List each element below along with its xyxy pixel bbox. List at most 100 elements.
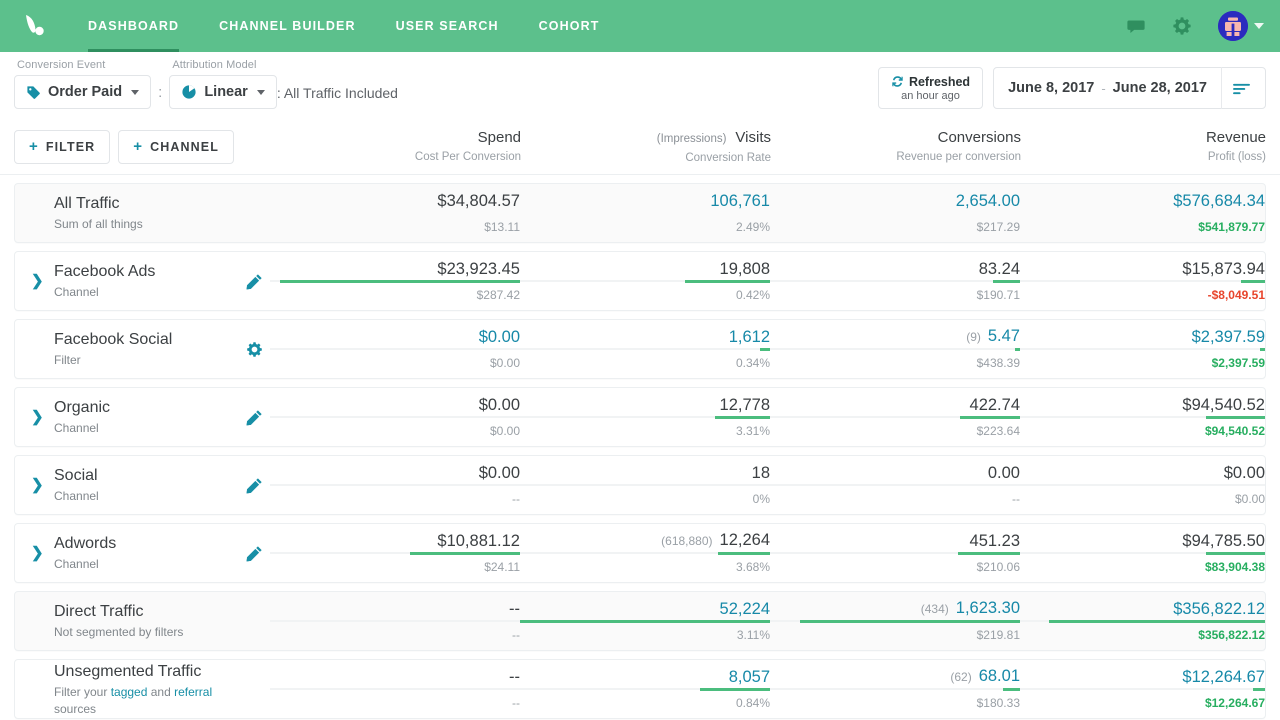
cell-value-visits: 1,612: [729, 327, 770, 348]
nav-item-channel-builder[interactable]: CHANNEL BUILDER: [199, 0, 375, 52]
column-header-revenue[interactable]: Revenue Profit (loss): [1021, 128, 1266, 166]
column-title-visits: (Impressions)Visits: [521, 128, 771, 149]
cell-primary-value: 5.47: [988, 326, 1020, 347]
cell-primary-value: 2,654.00: [956, 191, 1020, 212]
table-row[interactable]: Facebook SocialFilter$0.00$0.001,6120.34…: [14, 319, 1266, 379]
table-row[interactable]: Direct TrafficNot segmented by filters--…: [14, 591, 1266, 651]
cell-primary-value: 422.74: [970, 395, 1020, 416]
table-row[interactable]: ❯Facebook AdsChannel $23,923.45$287.42 19,…: [14, 251, 1266, 311]
table-row[interactable]: All TrafficSum of all things$34,804.57$1…: [14, 183, 1266, 243]
cell-subvalue-rev: $0.00: [1235, 491, 1265, 508]
cell-primary-value: 18: [752, 463, 770, 484]
cell-subvalue-spend: $13.11: [484, 219, 520, 236]
cell-subvalue-rev: $12,264.67: [1205, 695, 1265, 712]
edit-row-button[interactable]: [239, 409, 270, 426]
cell-primary-value: $94,540.52: [1182, 395, 1265, 416]
cell-visits: 180%: [520, 455, 770, 515]
cell-primary-value: --: [509, 667, 520, 688]
pencil-icon: [246, 409, 263, 426]
table-row[interactable]: ❯AdwordsChannel$10,881.12$24.11(618,880)…: [14, 523, 1266, 583]
cell-primary-value: $0.00: [479, 463, 520, 484]
edit-row-button[interactable]: [239, 545, 270, 562]
add-channel-button[interactable]: + CHANNEL: [118, 130, 234, 164]
metric-bar-fill: [280, 280, 520, 283]
column-header-visits[interactable]: (Impressions)Visits Conversion Rate: [521, 128, 771, 166]
column-header-conversions[interactable]: Conversions Revenue per conversion: [771, 128, 1021, 166]
row-label: Facebook AdsChannel: [29, 261, 239, 301]
refresh-button[interactable]: Refreshed an hour ago: [878, 67, 983, 109]
funnel-logo-icon: [19, 11, 49, 41]
nav-label-cohort: COHORT: [539, 19, 600, 33]
conversion-event-value: Order Paid: [48, 84, 122, 100]
refresh-title: Refreshed: [909, 75, 970, 89]
cell-visits: 106,7612.49%: [520, 183, 770, 243]
cell-spend: ----: [270, 591, 520, 651]
cell-spend: $10,881.12$24.11: [270, 523, 520, 583]
cell-rev: $12,264.67$12,264.67: [1020, 659, 1265, 719]
cell-subvalue-conv: $180.33: [977, 695, 1020, 712]
gear-icon[interactable]: [1172, 16, 1192, 36]
cell-value-rev: $94,785.50: [1182, 531, 1265, 552]
cell-subvalue-visits: 0%: [753, 491, 770, 508]
nav-item-cohort[interactable]: COHORT: [519, 0, 620, 52]
cell-subvalue-rev: $356,822.12: [1198, 627, 1265, 644]
date-range-end: June 28, 2017: [1113, 80, 1207, 96]
edit-row-button[interactable]: [239, 477, 270, 494]
cell-primary-value: 106,761: [710, 191, 770, 212]
cell-spend: $23,923.45$287.42: [270, 251, 520, 311]
expand-row-chevron-right-icon[interactable]: ❯: [31, 478, 44, 493]
table-row[interactable]: ❯OrganicChannel$0.00$0.0012,7783.31%422.…: [14, 387, 1266, 447]
cell-value-spend: $0.00: [479, 395, 520, 416]
metric-bar-track: [1020, 484, 1265, 486]
cell-rev: $0.00$0.00: [1020, 455, 1265, 515]
row-metrics: $34,804.57$13.11106,7612.49%2,654.00$217…: [270, 183, 1265, 243]
cell-value-visits: (618,880)12,264: [661, 530, 770, 552]
table-row[interactable]: Unsegmented TrafficFilter your tagged an…: [14, 659, 1266, 719]
cell-conv: 83.24$190.71: [770, 251, 1020, 311]
row-settings-button[interactable]: [239, 341, 270, 358]
expand-row-chevron-right-icon[interactable]: ❯: [31, 546, 44, 561]
metric-bar-track: [270, 688, 520, 690]
cell-subvalue-spend: $24.11: [484, 559, 520, 576]
cell-value-visits: 106,761: [710, 191, 770, 212]
column-header-spend[interactable]: Spend Cost Per Conversion: [271, 128, 521, 166]
add-filter-button[interactable]: + FILTER: [14, 130, 110, 164]
attribution-model-select[interactable]: Linear: [169, 75, 277, 109]
cell-primary-value: 12,264: [720, 530, 770, 551]
cell-primary-value: 19,808: [720, 259, 770, 280]
table-header: + FILTER + CHANNEL Spend Cost Per Conver…: [0, 119, 1280, 175]
row-subtitle-text: Filter your: [54, 685, 111, 699]
cell-value-spend: $0.00: [479, 327, 520, 348]
row-metrics: ----52,2243.11%(434)1,623.30$219.81$356,…: [270, 591, 1265, 651]
user-menu[interactable]: [1218, 11, 1264, 41]
expand-row-chevron-right-icon[interactable]: ❯: [31, 274, 44, 289]
row-subtitle-link[interactable]: tagged: [111, 685, 148, 699]
nav-item-user-search[interactable]: USER SEARCH: [376, 0, 519, 52]
refresh-subtitle: an hour ago: [901, 90, 960, 102]
column-subtitle-conversions: Revenue per conversion: [771, 149, 1021, 165]
cell-spend: $0.00$0.00: [270, 319, 520, 379]
row-metrics: $10,881.12$24.11(618,880)12,2643.68%451.…: [270, 523, 1265, 583]
cell-primary-value: $0.00: [479, 327, 520, 348]
row-label: SocialChannel: [29, 465, 239, 505]
row-title: Direct Traffic: [54, 601, 239, 622]
table-row[interactable]: ❯SocialChannel$0.00--180%0.00--$0.00$0.0…: [14, 455, 1266, 515]
nav-item-dashboard[interactable]: DASHBOARD: [68, 0, 199, 52]
expand-row-chevron-right-icon[interactable]: ❯: [31, 410, 44, 425]
nav-label-user-search: USER SEARCH: [396, 19, 499, 33]
cell-value-conv: (62)68.01: [950, 666, 1020, 688]
conversion-event-select[interactable]: Order Paid: [14, 75, 151, 109]
cell-subvalue-spend: --: [512, 491, 520, 508]
cell-rev: $94,540.52$94,540.52: [1020, 387, 1265, 447]
edit-row-button[interactable]: [239, 273, 270, 290]
cell-spend: $0.00 --: [270, 455, 520, 515]
date-range-picker[interactable]: June 8, 2017 - June 28, 2017: [993, 67, 1266, 109]
cell-primary-value: 83.24: [979, 259, 1020, 280]
cell-subvalue-spend: $287.42: [477, 287, 520, 304]
cell-primary-value: 0.00: [988, 463, 1020, 484]
cell-value-visits: 8,057: [729, 667, 770, 688]
row-subtitle-link[interactable]: referral: [174, 685, 212, 699]
chat-icon[interactable]: [1126, 16, 1146, 36]
sort-lines-icon[interactable]: [1232, 81, 1261, 96]
app-logo[interactable]: [6, 0, 62, 52]
